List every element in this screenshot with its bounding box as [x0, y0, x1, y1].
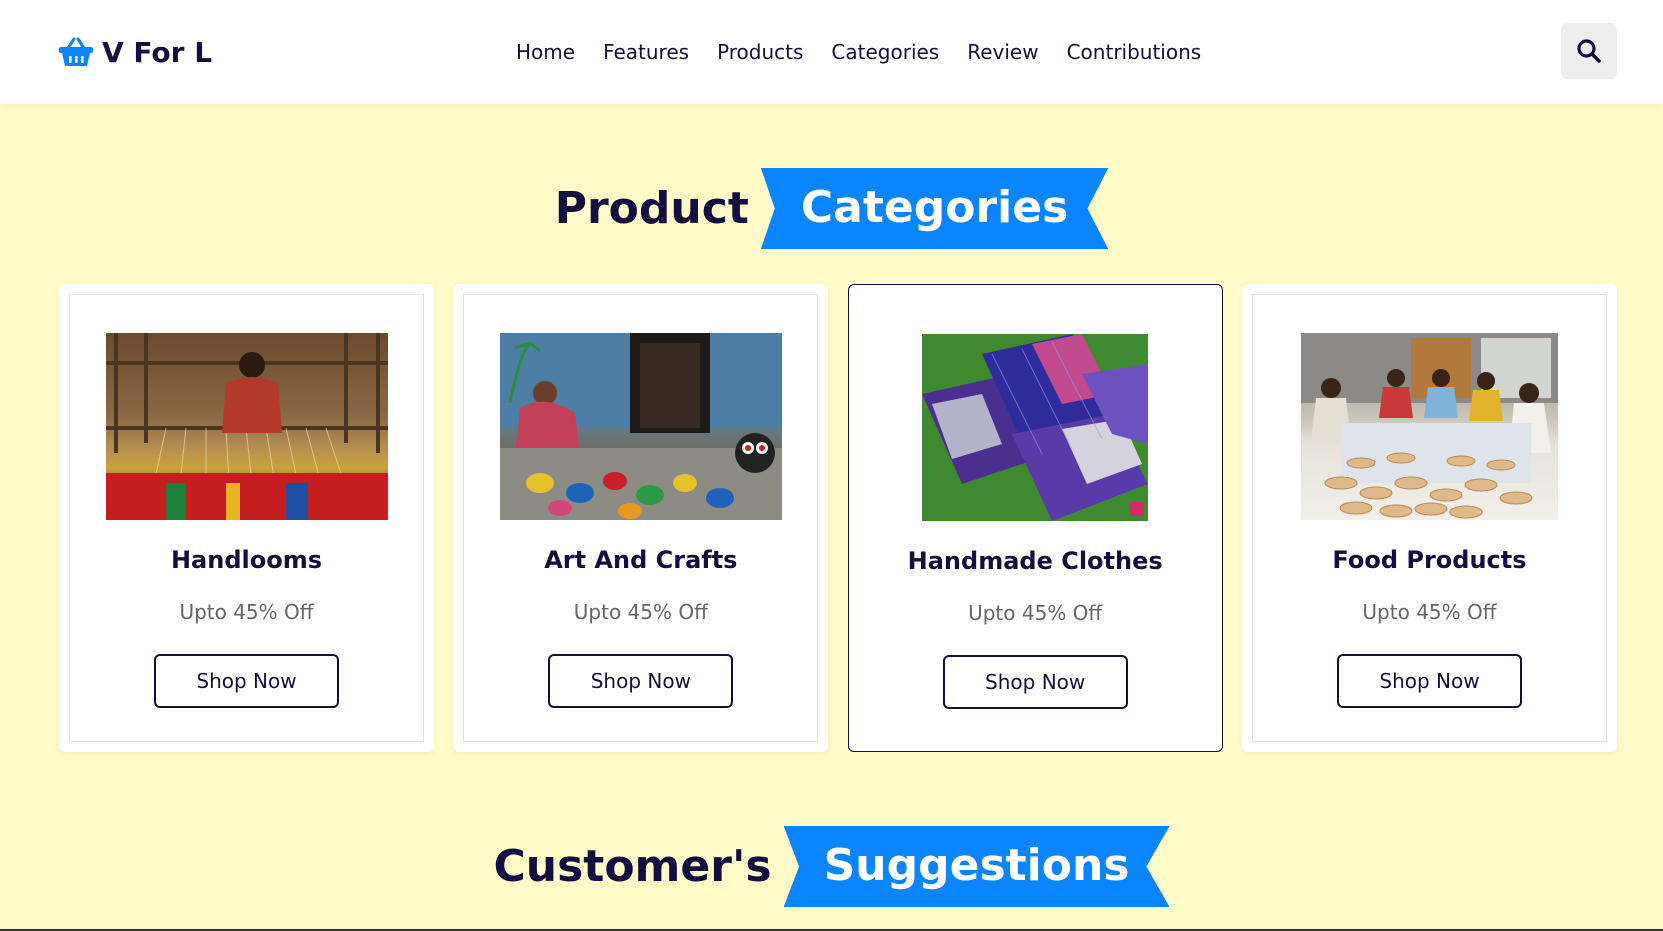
site-header: V For L Home Features Products Categorie… [0, 0, 1663, 104]
painted-toys-image [499, 333, 782, 520]
shop-now-button[interactable]: Shop Now [942, 655, 1128, 709]
papad-makers-image [1300, 333, 1558, 520]
nav-contributions[interactable]: Contributions [1067, 40, 1202, 64]
categories-heading: Product Categories [0, 168, 1663, 249]
search-icon [1577, 39, 1601, 63]
search-button[interactable] [1561, 23, 1617, 79]
basket-icon [58, 36, 94, 68]
nav-categories[interactable]: Categories [831, 40, 939, 64]
suggestions-heading: Customer's Suggestions [0, 826, 1663, 907]
category-cards: Handlooms Upto 45% Off Shop Now Art And … [59, 284, 1617, 752]
handloom-weaver-image [105, 333, 388, 520]
nav-features[interactable]: Features [603, 40, 689, 64]
nav-home[interactable]: Home [516, 40, 575, 64]
nav-products[interactable]: Products [717, 40, 803, 64]
silk-sarees-image [922, 334, 1149, 521]
heading-highlight-ribbon: Categories [760, 168, 1109, 249]
card-discount: Upto 45% Off [179, 600, 314, 624]
main-nav: Home Features Products Categories Review… [516, 0, 1201, 104]
card-title: Handmade Clothes [907, 547, 1163, 575]
logo-link[interactable]: V For L [58, 36, 212, 69]
card-title: Art And Crafts [544, 546, 738, 574]
shop-now-button[interactable]: Shop Now [154, 654, 339, 708]
nav-review[interactable]: Review [967, 40, 1038, 64]
card-discount: Upto 45% Off [573, 600, 708, 624]
card-title: Handlooms [170, 546, 323, 574]
category-card-handmade-clothes: Handmade Clothes Upto 45% Off Shop Now [847, 284, 1223, 752]
card-discount: Upto 45% Off [1362, 600, 1497, 624]
card-title: Food Products [1332, 546, 1527, 574]
category-card-art-and-crafts: Art And Crafts Upto 45% Off Shop Now [453, 284, 829, 752]
shop-now-button[interactable]: Shop Now [548, 654, 734, 708]
heading-plain-text: Product [554, 183, 749, 234]
logo-text: V For L [102, 35, 213, 69]
category-card-food-products: Food Products Upto 45% Off Shop Now [1241, 284, 1617, 752]
card-discount: Upto 45% Off [968, 601, 1103, 625]
heading-plain-text: Customer's [493, 841, 772, 892]
category-card-handlooms: Handlooms Upto 45% Off Shop Now [59, 284, 434, 752]
shop-now-button[interactable]: Shop Now [1336, 654, 1522, 708]
heading-highlight-ribbon: Suggestions [783, 826, 1170, 907]
